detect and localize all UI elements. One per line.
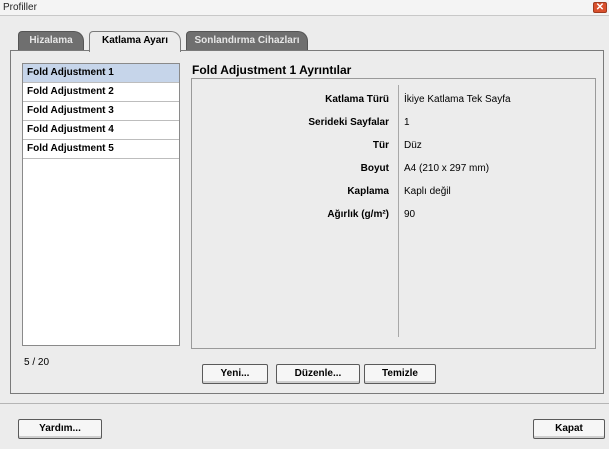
tab-sonlandirma-cihazlari[interactable]: Sonlandırma Cihazları — [186, 31, 308, 51]
tab-katlama-ayari[interactable]: Katlama Ayarı — [89, 31, 181, 52]
tab-hizalama[interactable]: Hizalama — [18, 31, 84, 51]
list-item-fold-adjustment-3[interactable]: Fold Adjustment 3 — [23, 102, 179, 121]
clear-button[interactable]: Temizle — [364, 364, 436, 384]
detail-row-tur: Tür Düz — [192, 140, 595, 154]
detail-value: 90 — [404, 209, 416, 220]
details-title: Fold Adjustment 1 Ayrıntılar — [192, 63, 352, 77]
detail-value: 1 — [404, 117, 410, 128]
fold-adjustment-list[interactable]: Fold Adjustment 1 Fold Adjustment 2 Fold… — [22, 63, 180, 346]
detail-row-serideki-sayfalar: Serideki Sayfalar 1 — [192, 117, 595, 131]
close-button[interactable]: Kapat — [533, 419, 605, 439]
detail-value: Kaplı değil — [404, 186, 451, 197]
detail-label: Kaplama — [347, 186, 389, 197]
list-count: 5 / 20 — [24, 357, 50, 368]
edit-button[interactable]: Düzenle... — [276, 364, 360, 384]
title-bar: Profiller ✕ — [0, 0, 609, 16]
list-item-fold-adjustment-2[interactable]: Fold Adjustment 2 — [23, 83, 179, 102]
footer-divider — [0, 403, 609, 404]
detail-label: Boyut — [360, 163, 389, 174]
detail-row-katlama-turu: Katlama Türü İkiye Katlama Tek Sayfa — [192, 94, 595, 108]
detail-value: A4 (210 x 297 mm) — [404, 163, 490, 174]
detail-label: Tür — [372, 140, 389, 151]
details-panel: Katlama Türü İkiye Katlama Tek Sayfa Ser… — [191, 78, 596, 349]
close-icon[interactable]: ✕ — [593, 2, 607, 13]
detail-label: Serideki Sayfalar — [308, 117, 389, 128]
detail-row-agirlik: Ağırlık (g/m²) 90 — [192, 209, 595, 223]
list-item-fold-adjustment-4[interactable]: Fold Adjustment 4 — [23, 121, 179, 140]
list-item-fold-adjustment-1[interactable]: Fold Adjustment 1 — [23, 64, 179, 83]
detail-row-kaplama: Kaplama Kaplı değil — [192, 186, 595, 200]
detail-value: İkiye Katlama Tek Sayfa — [404, 94, 511, 105]
detail-label: Katlama Türü — [325, 94, 389, 105]
window-title: Profiller — [3, 2, 37, 13]
detail-row-boyut: Boyut A4 (210 x 297 mm) — [192, 163, 595, 177]
detail-label: Ağırlık (g/m²) — [327, 209, 389, 220]
help-button[interactable]: Yardım... — [18, 419, 102, 439]
detail-value: Düz — [404, 140, 422, 151]
list-item-fold-adjustment-5[interactable]: Fold Adjustment 5 — [23, 140, 179, 159]
new-button[interactable]: Yeni... — [202, 364, 268, 384]
